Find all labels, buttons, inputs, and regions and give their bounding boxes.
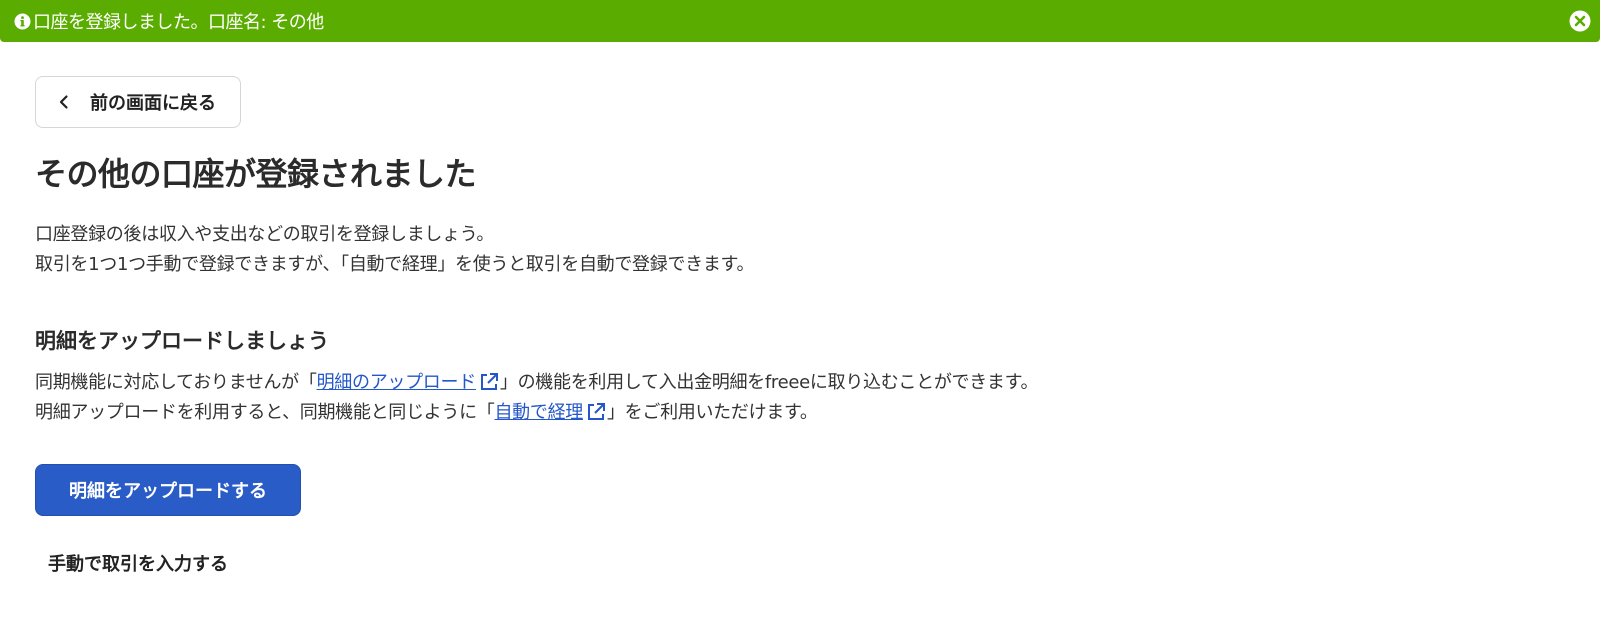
section-title: 明細をアップロードしましょう (35, 329, 329, 353)
auto-accounting-link[interactable]: 自動で経理 (494, 402, 583, 423)
page-title: その他の口座が登録されました (35, 155, 477, 193)
close-circle-icon[interactable] (1569, 10, 1591, 32)
description-text: 」の機能を利用して入出金明細をfreeeに取り込むことができます。 (499, 372, 1039, 393)
intro-line-2: 取引を1つ1つ手動で登録できますが、「自動で経理」を使うと取引を自動で登録できま… (35, 254, 755, 275)
intro-line-1: 口座登録の後は収入や支出などの取引を登録しましょう。 (35, 224, 495, 245)
back-button-label: 前の画面に戻る (90, 93, 216, 114)
manual-entry-button[interactable]: 手動で取引を入力する (48, 550, 228, 576)
description-line-1: 同期機能に対応しておりませんが「明細のアップロード 」の機能を利用して入出金明細を… (35, 368, 1575, 398)
external-link-icon[interactable] (478, 371, 500, 393)
main-content: 前の画面に戻る その他の口座が登録されました 口座登録の後は収入や支出などの取引… (35, 76, 1575, 576)
chevron-left-icon (56, 94, 72, 110)
description-text: 」をご利用いただけます。 (606, 402, 818, 423)
section-description: 同期機能に対応しておりませんが「明細のアップロード 」の機能を利用して入出金明細を… (35, 368, 1575, 428)
notification-banner: 口座を登録しました。口座名: その他 (0, 0, 1600, 42)
back-button[interactable]: 前の画面に戻る (35, 76, 241, 128)
description-line-2: 明細アップロードを利用すると、同期機能と同じように「自動で経理 」をご利用いただけ… (35, 398, 1575, 428)
external-link-icon[interactable] (585, 401, 607, 423)
description-text: 明細アップロードを利用すると、同期機能と同じように「 (35, 402, 495, 423)
intro-text: 口座登録の後は収入や支出などの取引を登録しましょう。 取引を1つ1つ手動で登録で… (35, 220, 1575, 280)
banner-message: 口座を登録しました。口座名: その他 (33, 12, 324, 33)
upload-statement-button[interactable]: 明細をアップロードする (35, 464, 301, 516)
statement-upload-link[interactable]: 明細のアップロード (317, 372, 477, 393)
description-text: 同期機能に対応しておりませんが「 (35, 372, 317, 393)
info-circle-icon (14, 13, 31, 30)
